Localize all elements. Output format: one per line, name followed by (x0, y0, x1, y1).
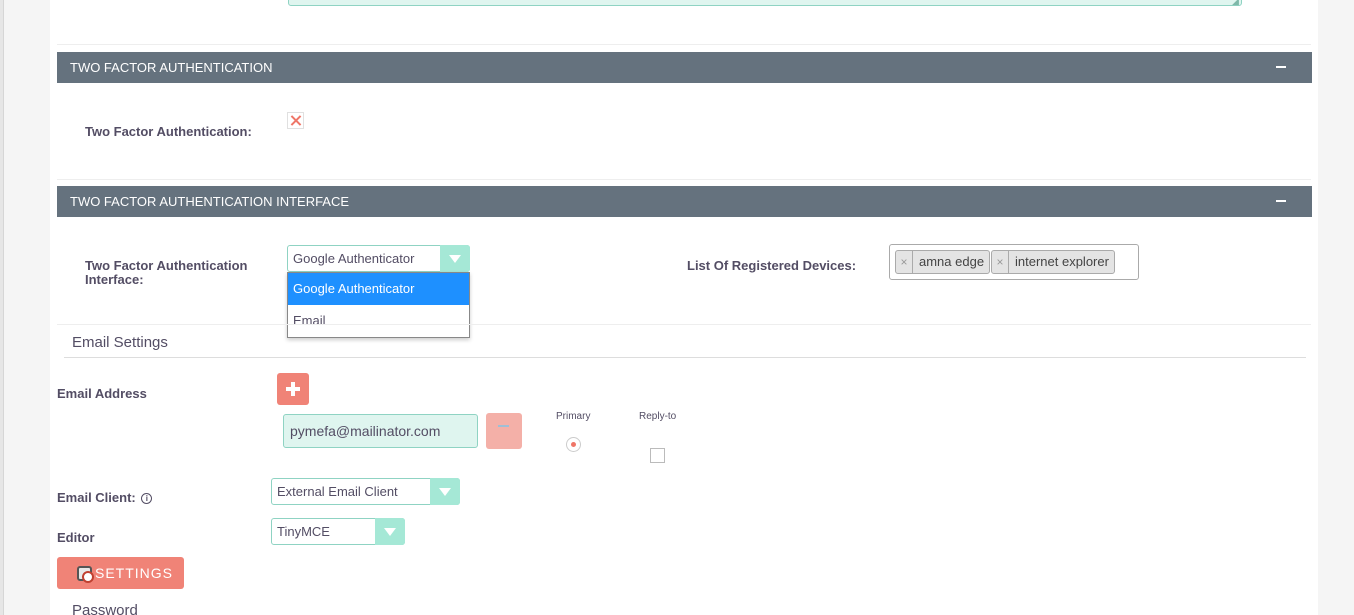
chevron-down-icon[interactable] (430, 478, 460, 505)
device-tag: × amna edge (895, 250, 991, 274)
info-icon[interactable]: i (141, 493, 153, 505)
remove-email-button[interactable] (486, 413, 522, 449)
interface-select[interactable]: Google Authenticator (287, 245, 470, 272)
password-section-title: Password (72, 602, 138, 615)
email-settings-button[interactable]: SETTINGS (57, 557, 184, 589)
interface-label-line2: Interface: (85, 272, 144, 287)
email-client-label: Email Client: i (57, 490, 153, 505)
divider (57, 324, 1311, 325)
device-tag-label: amna edge (919, 254, 985, 269)
editor-label: Editor (57, 530, 95, 545)
resize-grip-icon[interactable]: ◢ (1232, 0, 1239, 7)
add-email-button[interactable] (277, 373, 309, 405)
section-header-two-factor[interactable]: TWO FACTOR AUTHENTICATION (57, 52, 1312, 83)
email-settings-divider (64, 357, 1306, 358)
reply-to-label: Reply-to (639, 411, 677, 422)
section-header-two-factor-interface[interactable]: TWO FACTOR AUTHENTICATION INTERFACE (57, 186, 1312, 217)
email-client-select[interactable]: External Email Client (271, 478, 460, 505)
collapse-icon[interactable] (1276, 66, 1286, 68)
divider (57, 179, 1311, 180)
editor-select-value: TinyMCE (277, 524, 330, 539)
interface-label-line1: Two Factor Authentication (85, 258, 248, 273)
interface-select-value: Google Authenticator (293, 251, 415, 266)
primary-label: Primary (556, 411, 591, 422)
chevron-down-icon[interactable] (375, 518, 405, 545)
settings-icon (77, 566, 94, 583)
registered-devices-label: List Of Registered Devices: (687, 258, 857, 273)
primary-radio[interactable] (566, 437, 581, 452)
device-tag: × internet explorer (991, 250, 1115, 274)
dropdown-option-google-authenticator[interactable]: Google Authenticator (288, 273, 469, 305)
editor-select[interactable]: TinyMCE (271, 518, 405, 545)
two-factor-label: Two Factor Authentication: (85, 124, 252, 139)
content-panel (50, 0, 1318, 615)
device-tag-label: internet explorer (1015, 254, 1109, 269)
settings-button-label: SETTINGS (95, 565, 174, 581)
section-title: TWO FACTOR AUTHENTICATION INTERFACE (70, 194, 350, 209)
two-factor-disabled-icon (287, 112, 304, 129)
section-title: TWO FACTOR AUTHENTICATION (70, 60, 273, 75)
description-textarea[interactable] (288, 0, 1242, 6)
collapse-icon[interactable] (1276, 200, 1286, 202)
email-address-input[interactable] (283, 414, 478, 448)
email-settings-title: Email Settings (72, 334, 168, 351)
remove-tag-icon[interactable]: × (896, 251, 913, 273)
chevron-down-icon[interactable] (440, 245, 470, 272)
left-edge-strip (0, 0, 4, 615)
divider (57, 44, 1311, 45)
dropdown-option-email[interactable]: Email (288, 305, 469, 337)
remove-tag-icon[interactable]: × (992, 251, 1009, 273)
email-address-label: Email Address (57, 386, 147, 401)
interface-dropdown: Google Authenticator Email (287, 272, 470, 338)
email-client-select-value: External Email Client (277, 484, 398, 499)
reply-to-checkbox[interactable] (650, 448, 665, 463)
registered-devices-multiselect[interactable]: × amna edge × internet explorer (889, 244, 1139, 280)
email-client-label-text: Email Client: (57, 490, 136, 505)
